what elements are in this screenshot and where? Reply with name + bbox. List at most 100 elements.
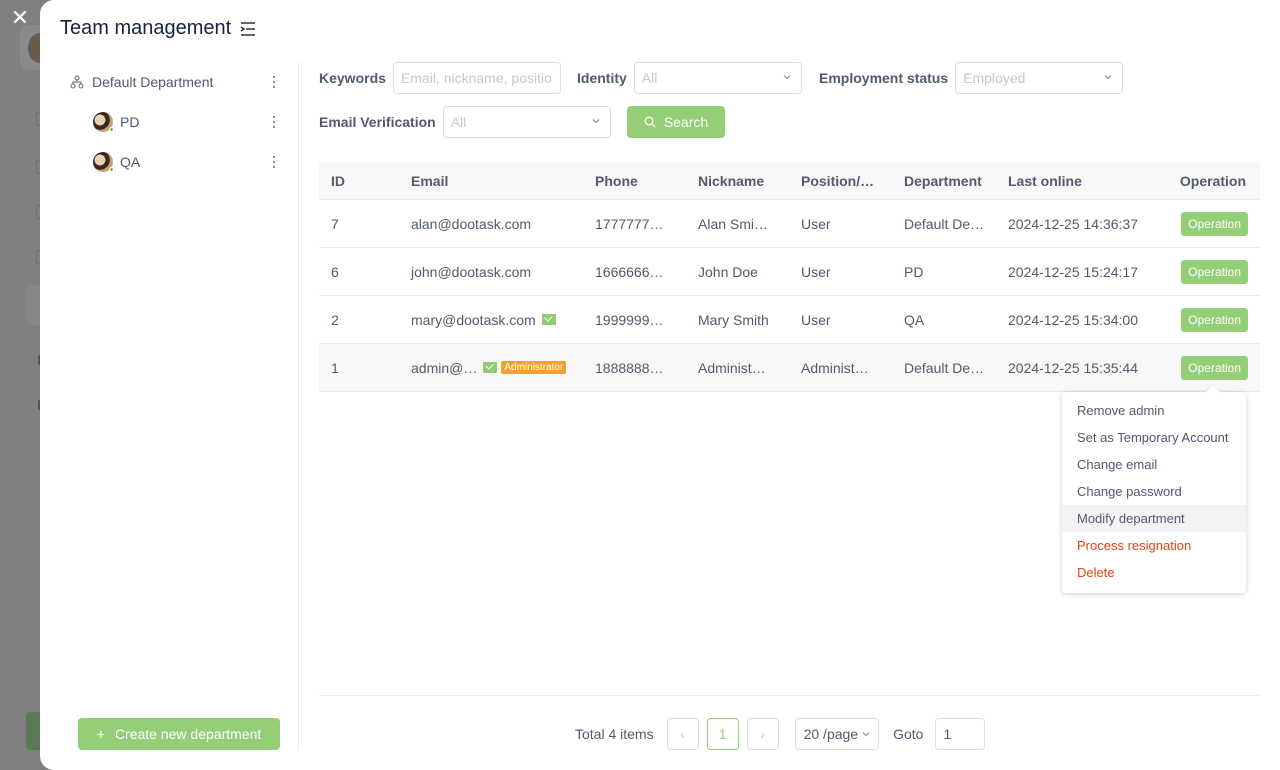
cell-position: User	[801, 263, 831, 280]
department-item-default[interactable]: Default Department	[60, 62, 290, 102]
email-verified-icon	[483, 362, 498, 373]
more-vertical-icon[interactable]	[266, 112, 282, 132]
close-icon[interactable]: ✕	[10, 7, 30, 29]
cell-id: 2	[331, 311, 339, 328]
email-text: alan@dootask.com	[411, 215, 532, 232]
cell-email: john@dootask.com	[399, 264, 583, 280]
email-verification-filter: Email Verification All	[319, 106, 611, 138]
operation-button[interactable]: Operation	[1181, 355, 1248, 380]
menu-fold-icon[interactable]	[239, 20, 257, 38]
identity-label: Identity	[577, 70, 627, 86]
menu-item-change-email[interactable]: Change email	[1062, 451, 1246, 478]
create-department-button[interactable]: + Create new department	[78, 718, 280, 750]
header-phone: Phone	[595, 172, 638, 189]
table-row: 2 mary@dootask.com 1999999… Mary Smith User Q…	[319, 296, 1260, 344]
background-app-sidebar	[0, 0, 52, 770]
identity-value: All	[641, 70, 658, 86]
goto-input[interactable]: 1	[935, 718, 986, 750]
cell-department: PD	[904, 263, 924, 280]
cell-id: 6	[331, 263, 339, 280]
modal-title: Team management	[60, 17, 257, 40]
table-row: 6 john@dootask.com 1666666… John Doe User PD 2…	[319, 248, 1260, 296]
search-button[interactable]: Search	[627, 106, 725, 138]
menu-item-delete[interactable]: Delete	[1062, 559, 1246, 586]
menu-item-remove-admin[interactable]: Remove admin	[1062, 397, 1246, 424]
department-label: Default Department	[92, 74, 214, 90]
menu-item-modify-department[interactable]: Modify department	[1062, 505, 1246, 532]
cell-position: User	[801, 215, 831, 232]
employment-label: Employment status	[819, 70, 949, 86]
cell-nickname: Administ…	[698, 359, 766, 376]
employment-filter: Employment status Employed	[819, 62, 1124, 94]
online-status-dot	[109, 127, 114, 132]
cell-phone: 1666666…	[595, 263, 664, 280]
cell-nickname: John Doe	[698, 263, 758, 280]
next-page-button[interactable]: ›	[746, 718, 779, 750]
pagination: Total 4 items ‹ 1 › 20 /page Goto 1	[575, 718, 986, 750]
email-verification-label: Email Verification	[319, 114, 436, 130]
department-label: PD	[120, 114, 140, 130]
cell-id: 7	[331, 215, 339, 232]
header-email: Email	[411, 172, 449, 189]
total-items: Total 4 items	[575, 726, 654, 742]
operation-dropdown-menu: Remove admin Set as Temporary Account Ch…	[1062, 392, 1246, 593]
employment-value: Employed	[963, 70, 1026, 86]
admin-badge: Administrator	[501, 361, 567, 374]
cell-last-online: 2024-12-25 15:35:44	[1008, 359, 1138, 376]
department-sidebar: Default Department PD QA + Create new de…	[60, 62, 299, 750]
keywords-input[interactable]: Email, nickname, positio	[392, 62, 561, 94]
department-tree-icon	[70, 75, 84, 89]
plus-icon: +	[96, 726, 105, 742]
header-id: ID	[331, 172, 345, 189]
cell-operation: Operation	[1156, 211, 1260, 236]
cell-phone: 1999999…	[595, 311, 664, 328]
department-label: QA	[120, 154, 141, 170]
table-body: 7 alan@dootask.com 1777777… Alan Smi… User De…	[319, 200, 1260, 392]
cell-nickname: Mary Smith	[698, 311, 769, 328]
page-number: 1	[718, 726, 727, 742]
department-item-qa[interactable]: QA	[60, 142, 290, 182]
goto-label: Goto	[893, 726, 924, 742]
employment-select[interactable]: Employed	[955, 62, 1124, 94]
operation-button[interactable]: Operation	[1181, 259, 1248, 284]
goto-value: 1	[943, 726, 952, 742]
cell-department: Default De…	[904, 215, 985, 232]
more-vertical-icon[interactable]	[266, 152, 282, 172]
more-vertical-icon[interactable]	[266, 72, 282, 92]
cell-last-online: 2024-12-25 15:24:17	[1008, 263, 1138, 280]
cell-operation: Operation	[1156, 307, 1260, 332]
team-management-modal: Team management Default Department PD QA…	[40, 0, 1280, 770]
cell-position: Administ…	[801, 359, 869, 376]
cell-last-online: 2024-12-25 15:34:00	[1008, 311, 1138, 328]
menu-item-set-temporary[interactable]: Set as Temporary Account	[1062, 424, 1246, 451]
cell-department: QA	[904, 311, 925, 328]
operation-button[interactable]: Operation	[1181, 211, 1248, 236]
email-verification-value: All	[450, 114, 467, 130]
operation-button[interactable]: Operation	[1181, 307, 1248, 332]
keywords-placeholder: Email, nickname, positio	[400, 70, 552, 86]
search-icon	[644, 116, 656, 128]
email-text: john@dootask.com	[411, 263, 532, 280]
chevron-down-icon	[862, 732, 870, 737]
menu-item-process-resignation[interactable]: Process resignation	[1062, 532, 1246, 559]
cell-last-online: 2024-12-25 14:36:37	[1008, 215, 1138, 232]
cell-operation: Operation	[1156, 355, 1260, 380]
department-avatar	[93, 112, 114, 132]
members-table: ID Email Phone Nickname Position/… Depar…	[319, 162, 1260, 392]
prev-page-button[interactable]: ‹	[666, 718, 699, 750]
search-label: Search	[663, 114, 709, 130]
menu-item-change-password[interactable]: Change password	[1062, 478, 1246, 505]
header-department: Department	[904, 172, 982, 189]
header-operation: Operation	[1179, 172, 1246, 189]
page-1-button[interactable]: 1	[706, 718, 739, 750]
header-position: Position/…	[801, 172, 875, 189]
cell-email: mary@dootask.com	[399, 312, 583, 328]
create-department-label: Create new department	[114, 726, 262, 742]
page-size-select[interactable]: 20 /page	[794, 718, 880, 750]
email-verification-select[interactable]: All	[442, 106, 611, 138]
page-size-value: 20 /page	[803, 726, 859, 742]
identity-select[interactable]: All	[633, 62, 802, 94]
department-item-pd[interactable]: PD	[60, 102, 290, 142]
cell-department: Default De…	[904, 359, 985, 376]
cell-email: alan@dootask.com	[399, 216, 583, 232]
